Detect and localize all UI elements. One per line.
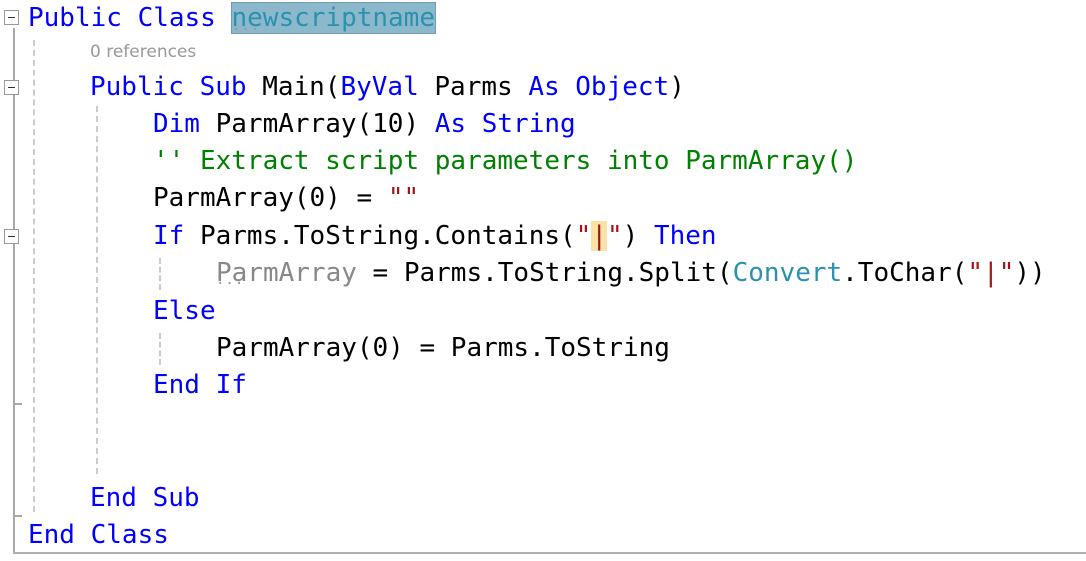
code-token: "	[606, 221, 623, 251]
code-line[interactable]: Dim ParmArray(10) As String	[153, 106, 576, 143]
code-token: End If	[153, 370, 247, 400]
code-token: )	[622, 221, 654, 251]
code-token: '' Extract script parameters into ParmAr…	[153, 146, 858, 176]
indent-guide	[96, 106, 98, 474]
code-token: If	[153, 221, 200, 251]
code-token: )	[669, 72, 685, 102]
collapse-class-icon[interactable]	[4, 10, 19, 25]
outline-end-tick	[13, 403, 22, 405]
code-token: Public Sub	[90, 72, 263, 102]
outline-margin-line	[13, 28, 15, 554]
code-token: "	[575, 221, 592, 251]
suggestion-dots-icon[interactable]: ···	[216, 276, 244, 292]
code-token: Else	[153, 296, 216, 326]
indent-guide	[159, 258, 161, 290]
code-token: .ToChar(	[842, 258, 968, 288]
code-token: Convert	[732, 258, 843, 288]
code-token: End Class	[28, 520, 169, 550]
code-token: Main(	[262, 72, 341, 102]
code-line[interactable]: End Class	[28, 517, 169, 554]
code-line[interactable]: ParmArray(0) = ""	[153, 180, 419, 217]
code-token: Then	[653, 221, 717, 251]
code-token: Dim	[153, 109, 216, 139]
code-token: ParmArray(0) =	[153, 183, 388, 213]
code-line[interactable]: ParmArray(0) = Parms.ToString	[216, 330, 670, 367]
collapse-if-icon[interactable]	[4, 229, 19, 244]
code-line[interactable]: End If	[153, 367, 247, 404]
code-token: Public Class	[28, 3, 232, 33]
indent-guide	[33, 40, 35, 512]
code-line[interactable]: Else	[153, 293, 216, 330]
outline-end-tick	[13, 515, 22, 517]
outline-bottom-line	[13, 552, 1086, 554]
code-token: "|"	[967, 258, 1015, 288]
code-token: newscriptname	[230, 2, 436, 34]
code-line[interactable]: If Parms.ToString.Contains("|") Then	[153, 218, 717, 255]
code-token: ""	[387, 183, 420, 213]
code-token: Parms	[434, 72, 529, 102]
code-token: Parms.ToString.Contains(	[199, 221, 576, 251]
code-line[interactable]: Public Sub Main(ByVal Parms As Object)	[90, 69, 685, 106]
code-line[interactable]: ParmArray = Parms.ToString.Split(Convert…	[216, 255, 1046, 292]
suggestion-dots-icon[interactable]: ···	[232, 22, 260, 38]
code-token: ))	[1014, 258, 1046, 288]
code-token: ParmArray(0) = Parms.ToString	[216, 333, 670, 363]
code-token: |	[591, 221, 607, 251]
code-token: ParmArray(10)	[215, 109, 435, 139]
code-token: = Parms.ToString.Split(	[356, 258, 733, 288]
codelens-references[interactable]: 0 references	[90, 42, 196, 62]
code-line[interactable]: '' Extract script parameters into ParmAr…	[153, 143, 857, 180]
code-token: As Object	[528, 72, 670, 102]
code-token: ByVal	[340, 72, 435, 102]
collapse-sub-icon[interactable]	[4, 80, 19, 95]
indent-guide	[159, 333, 161, 365]
code-line[interactable]: End Sub	[90, 480, 200, 517]
code-token: End Sub	[90, 483, 200, 513]
code-token: As String	[434, 109, 576, 139]
